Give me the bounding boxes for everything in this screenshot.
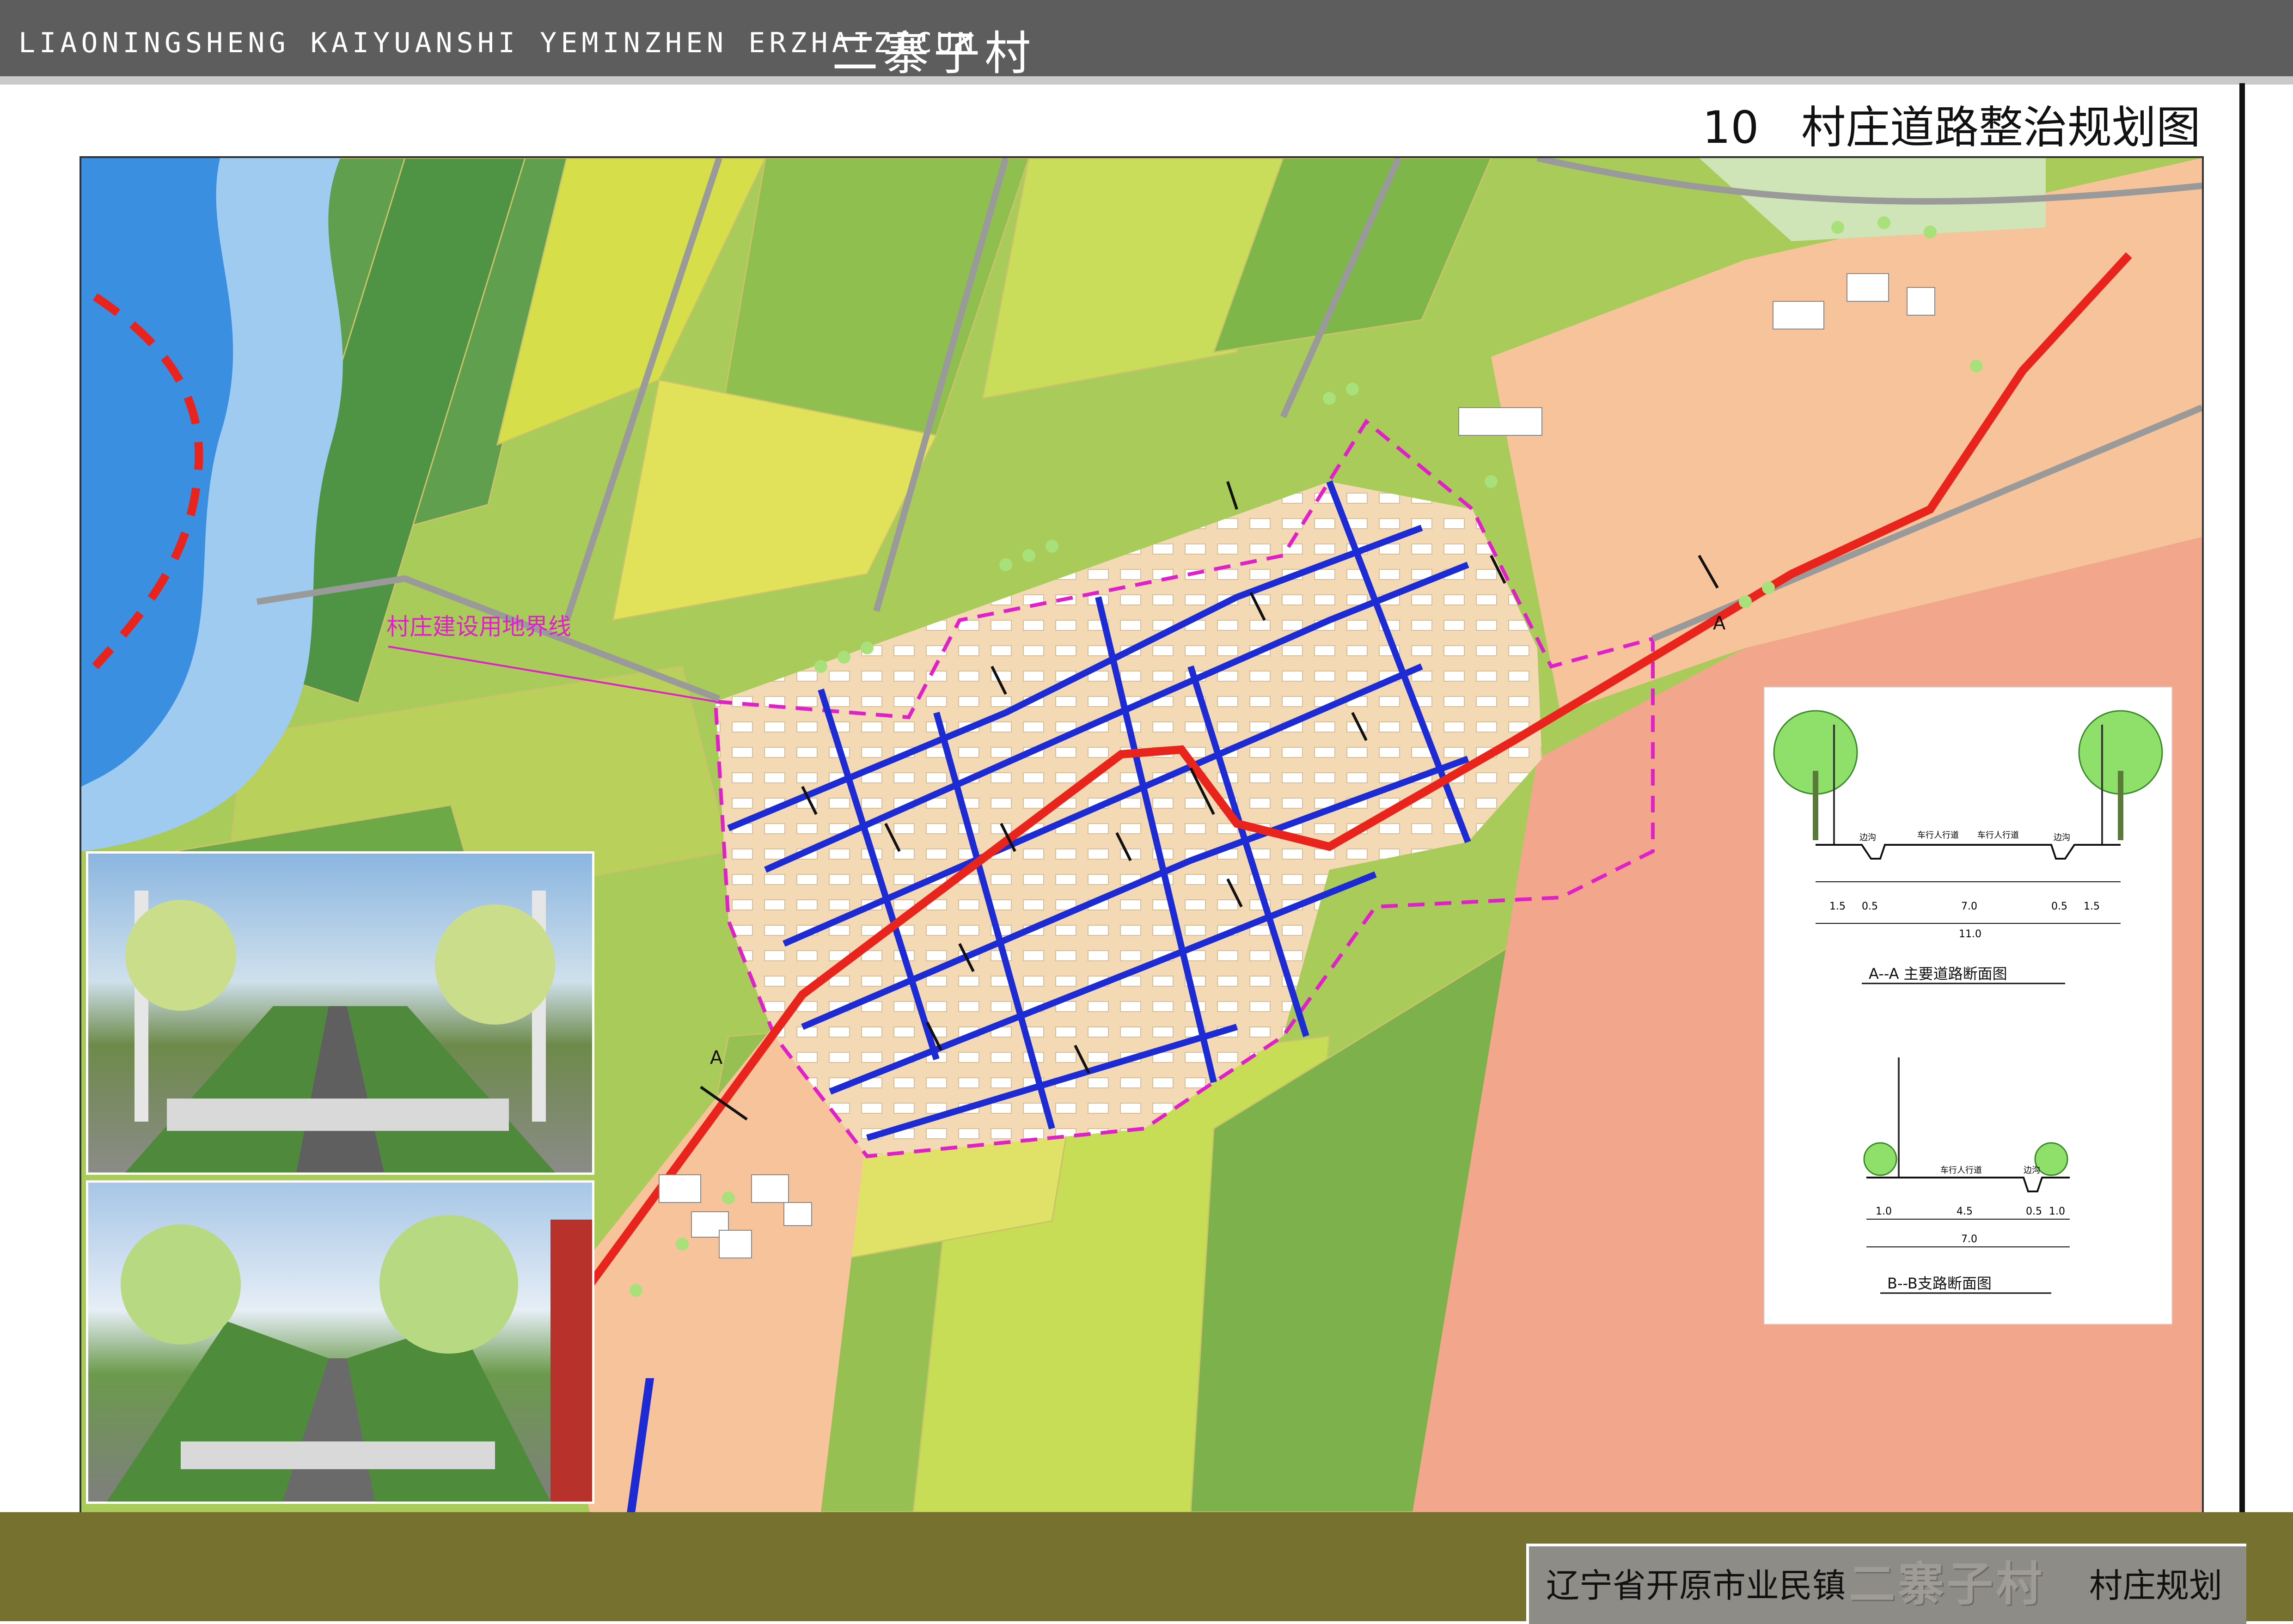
aa-dim-2: 0.5 — [1862, 901, 1878, 912]
aa-dim-5: 1.5 — [2084, 901, 2100, 912]
aa-lane-left: 车行人行道 — [1917, 830, 1959, 840]
streetscape-photo-main-road — [86, 851, 594, 1175]
sheet-title-text: 村庄道路整治规划图 — [1801, 102, 2201, 153]
aa-total: 11.0 — [1959, 928, 1981, 940]
bb-dim-4: 1.0 — [2049, 1206, 2065, 1217]
sheet-title: 10 村庄道路整治规划图 — [1702, 92, 2201, 156]
bb-ditch: 边沟 — [2024, 1166, 2040, 1175]
bb-dim-1: 1.0 — [1876, 1206, 1892, 1217]
footer-location: 辽宁省开原市业民镇 — [1546, 1566, 1846, 1605]
bb-dim-3: 0.5 — [2026, 1206, 2042, 1217]
footer-plan: 村庄规划 — [2089, 1566, 2223, 1605]
section-aa-drawing — [1773, 710, 2163, 924]
aa-ditch-left: 边沟 — [1859, 833, 1876, 843]
aa-dim-3: 7.0 — [1961, 901, 1977, 912]
branch-road-illustration — [107, 1215, 592, 1502]
sheet-number: 10 — [1702, 102, 1759, 153]
right-frame-rule — [2239, 83, 2245, 1548]
section-a-label-2: A — [710, 1047, 723, 1068]
section-a-label-1: A — [1713, 613, 1726, 634]
footer-village: 二寨子村 — [1849, 1557, 2045, 1611]
bb-caption: B--B支路断面图 — [1887, 1275, 1992, 1292]
boundary-label: 村庄建设用地界线 — [386, 613, 571, 640]
streetscape-photo-branch-road — [86, 1180, 594, 1504]
bb-total: 7.0 — [1961, 1233, 1977, 1245]
aa-dim-1: 1.5 — [1829, 901, 1846, 912]
road-section-panel: 边沟 边沟 车行人行道 车行人行道 1.5 0.5 7.0 0.5 1.5 11… — [1764, 687, 2172, 1325]
aa-ditch-right: 边沟 — [2054, 833, 2070, 843]
header-underline — [0, 76, 2293, 85]
section-bb-drawing — [1863, 1057, 2070, 1247]
main-road-illustration — [125, 891, 555, 1172]
bb-dim-2: 4.5 — [1957, 1206, 1973, 1217]
aa-lane-right: 车行人行道 — [1977, 830, 2019, 840]
aa-caption: A--A 主要道路断面图 — [1869, 965, 2007, 983]
header-chinese-title: 二寨子村 — [832, 26, 1035, 80]
section-drawings: 边沟 边沟 车行人行道 车行人行道 1.5 0.5 7.0 0.5 1.5 11… — [1773, 710, 2163, 1294]
bb-lane: 车行人行道 — [1940, 1166, 1982, 1175]
aa-dim-4: 0.5 — [2051, 901, 2067, 912]
